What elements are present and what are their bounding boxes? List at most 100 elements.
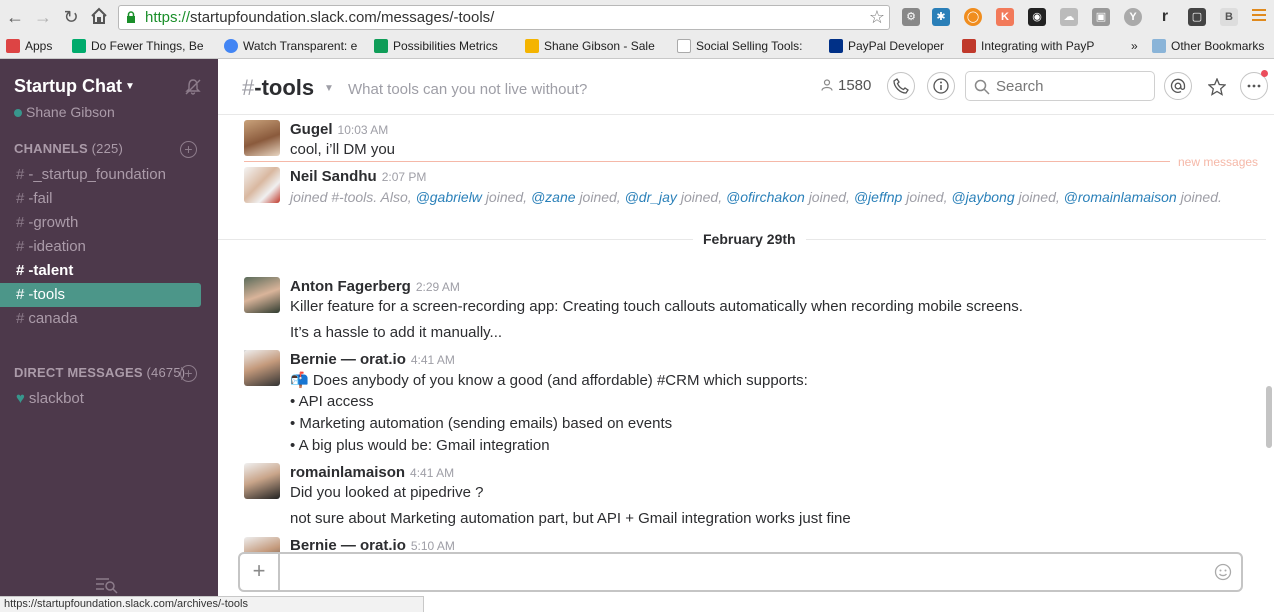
at-sign-icon	[1170, 78, 1186, 93]
channel-title[interactable]: #-tools	[242, 75, 314, 101]
extension-icon[interactable]: ◯	[964, 8, 982, 26]
message-timestamp[interactable]: 10:03 AM	[338, 123, 389, 137]
sheets-icon	[374, 39, 388, 53]
message-author[interactable]: Anton Fagerberg 2:29 AM	[290, 278, 460, 295]
user-mention[interactable]: @jaybong	[951, 189, 1014, 205]
message-timestamp[interactable]: 2:29 AM	[416, 280, 460, 294]
team-name[interactable]: Startup Chat	[14, 76, 122, 97]
chevron-down-icon[interactable]: ▼	[125, 81, 135, 92]
avatar[interactable]	[244, 537, 280, 552]
bookmark-item[interactable]: Do Fewer Things, Be	[72, 37, 206, 55]
info-icon	[933, 78, 949, 94]
dm-item-slackbot[interactable]: ♥ slackbot	[16, 390, 84, 407]
notification-dot	[1261, 70, 1268, 77]
channel-header: #-tools ▼ What tools can you not live wi…	[218, 59, 1274, 115]
reload-icon[interactable]: ↻	[60, 7, 82, 27]
member-count[interactable]: 1580	[821, 77, 871, 94]
day-divider-label: February 29th	[693, 231, 806, 247]
extension-icon[interactable]: ▢	[1188, 8, 1206, 26]
back-arrow-icon[interactable]: ←	[4, 7, 26, 27]
user-mention[interactable]: @ofirchakon	[726, 189, 805, 205]
folder-icon	[1152, 39, 1166, 53]
message-author[interactable]: romainlamaison 4:41 AM	[290, 464, 454, 481]
browser-menu-icon[interactable]	[1252, 9, 1266, 23]
message-author[interactable]: Neil Sandhu 2:07 PM	[290, 168, 426, 185]
message-author[interactable]: Gugel 10:03 AM	[290, 121, 388, 138]
bookmark-item[interactable]: Social Selling Tools:	[677, 37, 811, 55]
channel-info-button[interactable]	[927, 72, 955, 100]
extension-icon[interactable]: r	[1156, 8, 1174, 26]
forward-arrow-icon[interactable]: →	[32, 7, 54, 27]
user-mention[interactable]: @dr_jay	[625, 189, 677, 205]
channel-item[interactable]: # -fail	[0, 187, 218, 211]
message-composer: +	[238, 552, 1243, 592]
channel-item-unread[interactable]: # -talent	[0, 259, 218, 283]
notification-bell-icon[interactable]	[184, 78, 202, 96]
message-text: cool, i’ll DM you	[290, 141, 396, 158]
owl-icon[interactable]: ◉	[1028, 8, 1046, 26]
bookmark-item[interactable]: PayPal Developer	[829, 37, 953, 55]
user-mention[interactable]: @romainlamaison	[1064, 189, 1177, 205]
direct-messages-header[interactable]: DIRECT MESSAGES (4675)	[14, 365, 185, 380]
channel-topic[interactable]: What tools can you not live without?	[348, 81, 587, 98]
chevron-down-icon[interactable]: ▼	[324, 83, 334, 94]
user-mention[interactable]: @gabrielw	[416, 189, 482, 205]
home-icon[interactable]	[88, 7, 110, 27]
bookmarks-bar: Apps Do Fewer Things, Be Watch Transpare…	[0, 35, 1274, 57]
bookmark-item[interactable]: Possibilities Metrics	[374, 37, 512, 55]
bookmark-item[interactable]: Integrating with PayP	[962, 37, 1098, 55]
channel-item[interactable]: # -ideation	[0, 235, 218, 259]
extension-icon[interactable]: ▣	[1092, 8, 1110, 26]
call-button[interactable]	[887, 72, 915, 100]
message-text: • A big plus would be: Gmail integration	[290, 437, 550, 454]
avatar[interactable]	[244, 350, 280, 386]
extension-icon[interactable]: B	[1220, 8, 1238, 26]
message-input[interactable]	[290, 562, 1200, 582]
mentions-button[interactable]	[1164, 72, 1192, 100]
channel-item[interactable]: # canada	[0, 307, 218, 331]
user-status[interactable]: Shane Gibson	[14, 104, 115, 120]
more-bookmarks-button[interactable]: »	[1131, 37, 1143, 55]
scrollbar[interactable]	[1266, 386, 1272, 448]
message-timestamp[interactable]: 4:41 AM	[410, 466, 454, 480]
extension-icon[interactable]: ✱	[932, 8, 950, 26]
extension-icon[interactable]: ⚙	[902, 8, 920, 26]
channels-header[interactable]: CHANNELS (225)	[14, 141, 123, 156]
add-channel-button[interactable]: +	[180, 141, 197, 158]
message-timestamp[interactable]: 2:07 PM	[382, 170, 427, 184]
message-author[interactable]: Bernie — orat.io 4:41 AM	[290, 351, 455, 368]
extension-icon[interactable]: Y	[1124, 8, 1142, 26]
message-text: It’s a hassle to add it manually...	[290, 324, 503, 341]
sidebar: Startup Chat ▼ Shane Gibson CHANNELS (22…	[0, 59, 218, 612]
bookmark-star-icon[interactable]: ☆	[869, 6, 885, 29]
search-input[interactable]	[996, 76, 1146, 96]
bookmark-apps[interactable]: Apps	[6, 37, 62, 55]
message-timestamp[interactable]: 4:41 AM	[411, 353, 455, 367]
avatar[interactable]	[244, 120, 280, 156]
ellipsis-icon	[1247, 84, 1261, 88]
avatar[interactable]	[244, 463, 280, 499]
channel-item-active[interactable]: # -tools	[0, 283, 201, 307]
bookmark-item[interactable]: Watch Transparent: e	[224, 37, 360, 55]
emoji-icon[interactable]	[1214, 563, 1232, 581]
user-mention[interactable]: @jeffnp	[854, 189, 902, 205]
attach-file-button[interactable]: +	[240, 554, 280, 590]
message-author[interactable]: Bernie — orat.io 5:10 AM	[290, 537, 455, 552]
quick-switcher-icon[interactable]	[95, 576, 119, 594]
message-timestamp[interactable]: 5:10 AM	[411, 539, 455, 552]
channel-item[interactable]: # -growth	[0, 211, 218, 235]
user-mention[interactable]: @zane	[531, 189, 576, 205]
avatar[interactable]	[244, 277, 280, 313]
search-box[interactable]	[965, 71, 1155, 101]
add-dm-button[interactable]: +	[180, 365, 197, 382]
extension-icon[interactable]: K	[996, 8, 1014, 26]
bookmark-item[interactable]: Shane Gibson - Sale	[525, 37, 661, 55]
channel-item[interactable]: # -_startup_foundation	[0, 163, 218, 187]
avatar[interactable]	[244, 167, 280, 203]
new-messages-divider	[244, 161, 1170, 162]
other-bookmarks-folder[interactable]: Other Bookmarks	[1152, 37, 1274, 55]
extension-icon[interactable]: ☁	[1060, 8, 1078, 26]
user-name: Shane Gibson	[26, 104, 115, 120]
address-bar[interactable]: https://startupfoundation.slack.com/mess…	[118, 5, 890, 30]
starred-button[interactable]	[1202, 72, 1230, 100]
